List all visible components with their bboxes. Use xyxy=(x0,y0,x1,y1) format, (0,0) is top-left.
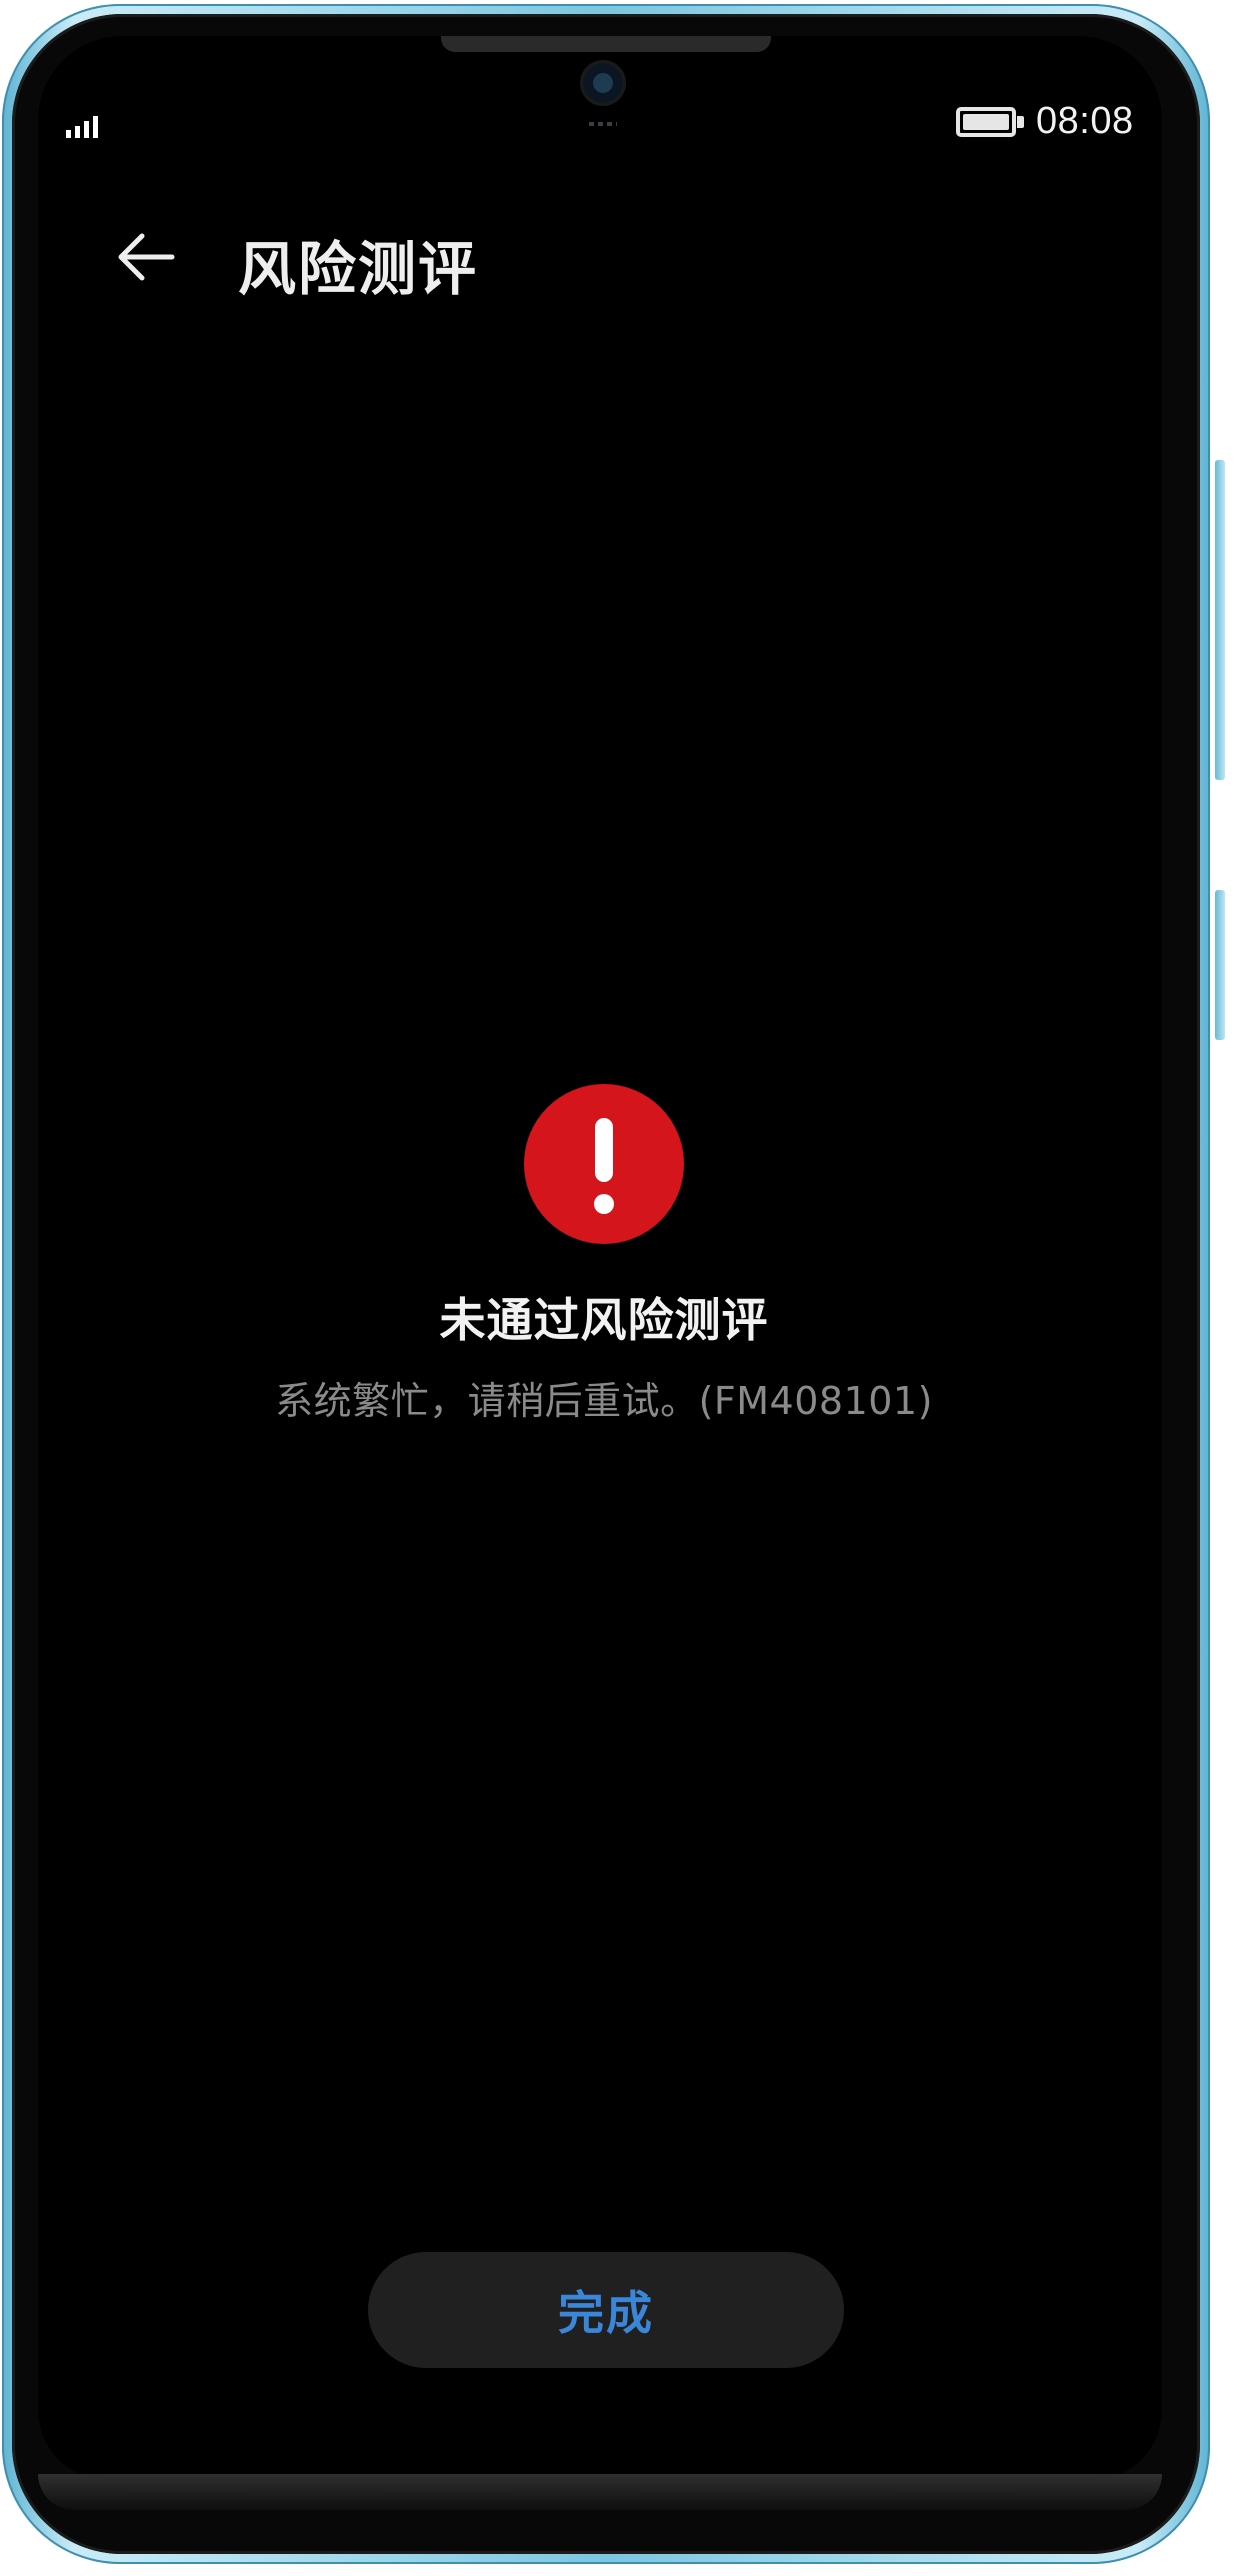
done-button[interactable]: 完成 xyxy=(368,2252,844,2368)
result-title: 未通过风险测评 xyxy=(439,1293,769,1347)
result-message: 系统繁忙，请稍后重试。(FM408101) xyxy=(275,1379,933,1423)
volume-button xyxy=(1215,460,1225,780)
arrow-left-icon[interactable] xyxy=(112,224,178,290)
status-bar: 08:08 xyxy=(38,72,1162,142)
signal-bars-icon xyxy=(66,112,106,138)
power-button xyxy=(1215,890,1225,1040)
screen-bottom-edge xyxy=(38,2474,1162,2510)
battery-full-icon xyxy=(956,107,1024,137)
page-title: 风险测评 xyxy=(238,235,479,303)
exclamation-circle-icon xyxy=(524,1084,684,1244)
status-time: 08:08 xyxy=(1036,100,1134,142)
earpiece xyxy=(441,36,771,52)
exclamation-bar xyxy=(595,1118,613,1182)
exclamation-dot xyxy=(594,1194,614,1214)
phone-screen: 08:08 风险测评 未通过风险测评 系统繁忙，请稍后重试。(FM408101)… xyxy=(38,36,1162,2480)
